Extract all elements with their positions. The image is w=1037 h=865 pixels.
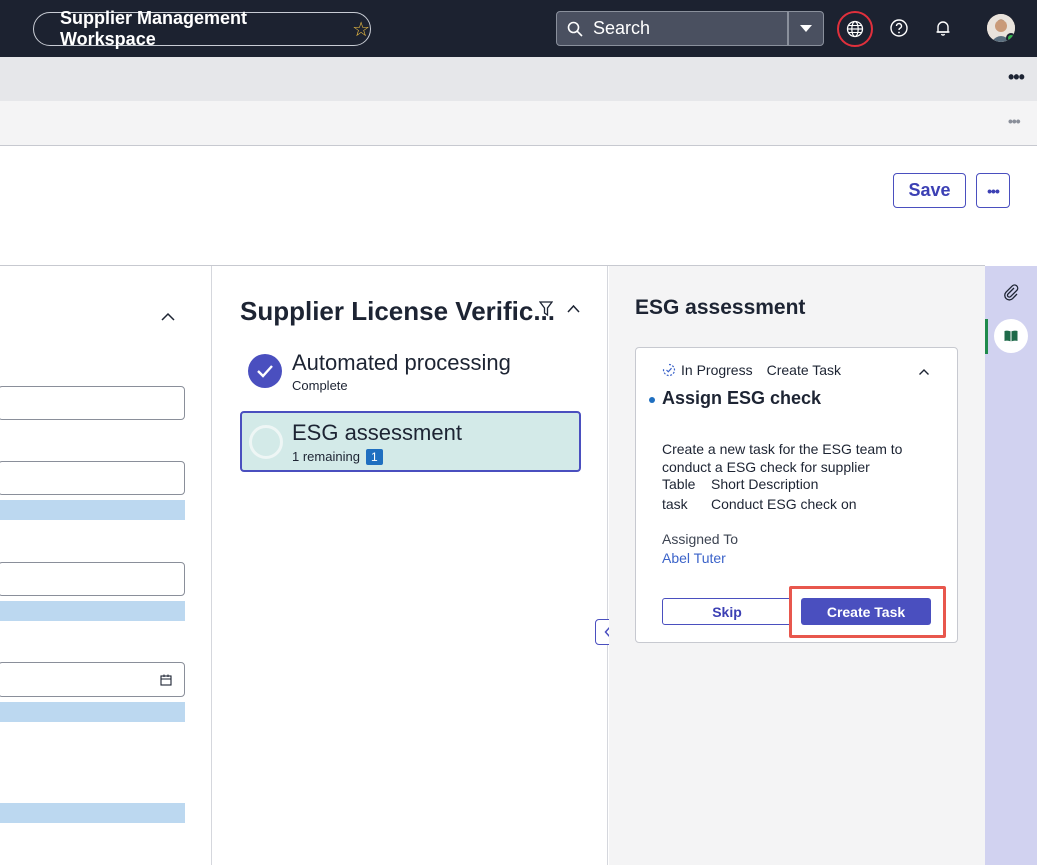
paperclip-icon[interactable] <box>1002 283 1020 301</box>
workspace-title-pill[interactable]: Supplier Management Workspace ☆ <box>33 8 371 49</box>
playbook-step-automated-processing[interactable]: Automated processing Complete <box>240 348 581 398</box>
activity-title: ESG assessment <box>635 296 806 319</box>
form-field[interactable] <box>0 562 185 596</box>
playbook-rail-button[interactable] <box>994 319 1028 353</box>
toolbar-more-icon[interactable]: ••• <box>1008 113 1021 129</box>
field-key: Table <box>662 476 696 492</box>
save-button[interactable]: Save <box>893 173 966 208</box>
filter-icon[interactable] <box>539 301 553 317</box>
task-type: Create Task <box>766 362 842 378</box>
form-field[interactable] <box>0 461 185 495</box>
pending-circle-icon <box>249 425 283 459</box>
globe-icon <box>846 20 864 38</box>
assigned-to-label: Assigned To <box>662 531 739 547</box>
tab-bar: ••• <box>0 57 1037 101</box>
search-scope-dropdown[interactable] <box>788 11 824 46</box>
field-value: Conduct ESG check on <box>711 496 857 512</box>
more-icon: ••• <box>987 182 1000 199</box>
book-icon <box>1004 330 1018 342</box>
task-bullet-icon <box>649 397 655 403</box>
caret-down-icon <box>800 24 812 32</box>
playbook-panel: Supplier License Verific... Automated pr… <box>212 266 608 865</box>
skip-button[interactable]: Skip <box>662 598 792 625</box>
notifications-button[interactable] <box>932 17 954 39</box>
chevron-up-icon[interactable] <box>918 368 930 376</box>
task-card: In Progress Create Task Assign ESG check… <box>635 347 958 643</box>
playbook-title: Supplier License Verific... <box>240 296 556 326</box>
task-field-row: task Conduct ESG check on <box>662 496 857 512</box>
contextual-side-rail <box>985 266 1037 865</box>
help-button[interactable] <box>888 17 910 39</box>
active-rail-indicator <box>985 319 988 354</box>
help-icon <box>890 19 908 37</box>
bell-icon <box>936 21 950 36</box>
chevron-up-icon[interactable] <box>566 304 581 314</box>
search-placeholder: Search <box>593 18 651 38</box>
task-title: Assign ESG check <box>662 388 822 408</box>
user-avatar[interactable] <box>987 14 1015 42</box>
date-field[interactable] <box>0 662 185 697</box>
favorite-star-icon[interactable]: ☆ <box>352 17 370 42</box>
calendar-icon[interactable] <box>160 674 172 686</box>
top-navigation-bar: Supplier Management Workspace ☆ Search <box>0 0 1037 57</box>
activity-detail-panel: ESG assessment In Progress Create Task A… <box>609 266 985 865</box>
step-status: Complete <box>292 378 348 393</box>
step-label: ESG assessment <box>292 420 462 445</box>
task-status-row: In Progress Create Task <box>662 362 841 378</box>
chevron-up-icon[interactable] <box>160 312 176 322</box>
in-progress-icon <box>662 363 676 377</box>
field-hint-bar <box>0 702 185 722</box>
secondary-toolbar: ••• <box>0 101 1037 146</box>
complete-check-icon <box>248 354 282 388</box>
field-hint-bar <box>0 803 185 823</box>
field-value: Short Description <box>711 476 819 492</box>
search-icon <box>567 21 583 37</box>
workspace-title: Supplier Management Workspace <box>60 8 248 49</box>
step-status-row: 1 remaining 1 <box>292 449 383 465</box>
assigned-to-link[interactable]: Abel Tuter <box>662 550 726 566</box>
remaining-count-badge: 1 <box>365 449 383 465</box>
task-description: Create a new task for the ESG team to co… <box>662 441 903 475</box>
form-field[interactable] <box>0 386 185 420</box>
field-hint-bar <box>0 601 185 621</box>
field-key: task <box>662 496 688 512</box>
global-search-input[interactable]: Search <box>556 11 788 46</box>
playbook-step-esg-assessment[interactable]: ESG assessment 1 remaining 1 <box>240 411 581 472</box>
field-hint-bar <box>0 500 185 520</box>
step-status: 1 remaining <box>292 449 360 464</box>
tab-bar-more-icon[interactable]: ••• <box>1008 67 1025 88</box>
more-actions-button[interactable]: ••• <box>976 173 1010 208</box>
task-status: In Progress <box>681 362 753 378</box>
create-task-button[interactable]: Create Task <box>801 598 931 625</box>
task-field-row: Table Short Description <box>662 476 818 492</box>
step-label: Automated processing <box>292 350 511 375</box>
online-status-icon <box>1006 33 1015 42</box>
language-button[interactable] <box>837 11 873 47</box>
record-form-panel <box>0 266 212 865</box>
